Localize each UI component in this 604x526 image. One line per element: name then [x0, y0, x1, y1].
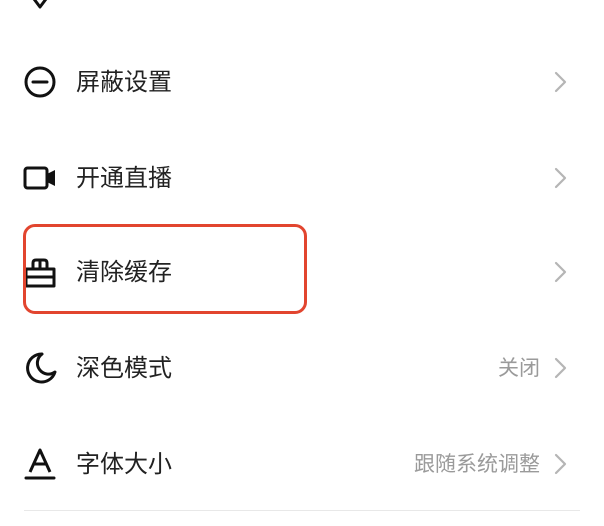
font-size-value: 跟随系统调整: [414, 452, 540, 476]
moon-icon: [22, 350, 58, 386]
chevron-right-icon: [550, 450, 570, 478]
settings-item-block[interactable]: 屏蔽设置: [0, 34, 604, 130]
chevron-right-icon: [550, 68, 570, 96]
block-icon: [22, 64, 58, 100]
settings-item-label: 开通直播: [76, 164, 172, 192]
broom-icon: [22, 254, 58, 290]
settings-item-label: 字体大小: [76, 450, 172, 478]
settings-item-label: 深色模式: [76, 354, 172, 382]
settings-item-live[interactable]: 开通直播: [0, 130, 604, 226]
font-size-icon: [22, 446, 58, 482]
settings-item-label: 清除缓存: [76, 258, 172, 286]
chevron-right-icon: [550, 354, 570, 382]
chevron-right-icon: [550, 258, 570, 286]
settings-item-label: 屏蔽设置: [76, 68, 172, 96]
settings-item-clear-cache[interactable]: 清除缓存: [0, 224, 604, 320]
dark-mode-value: 关闭: [498, 356, 540, 380]
chevron-right-icon: [550, 164, 570, 192]
partial-item-icon: [30, 0, 50, 9]
settings-item-font-size[interactable]: 字体大小 跟随系统调整: [0, 416, 604, 512]
list-divider: [24, 510, 580, 511]
settings-list: 屏蔽设置 开通直播 清除缓存 深色模式 关闭 字体大小 跟随系统调整: [0, 0, 604, 526]
video-camera-icon: [22, 160, 58, 196]
settings-item-dark-mode[interactable]: 深色模式 关闭: [0, 320, 604, 416]
